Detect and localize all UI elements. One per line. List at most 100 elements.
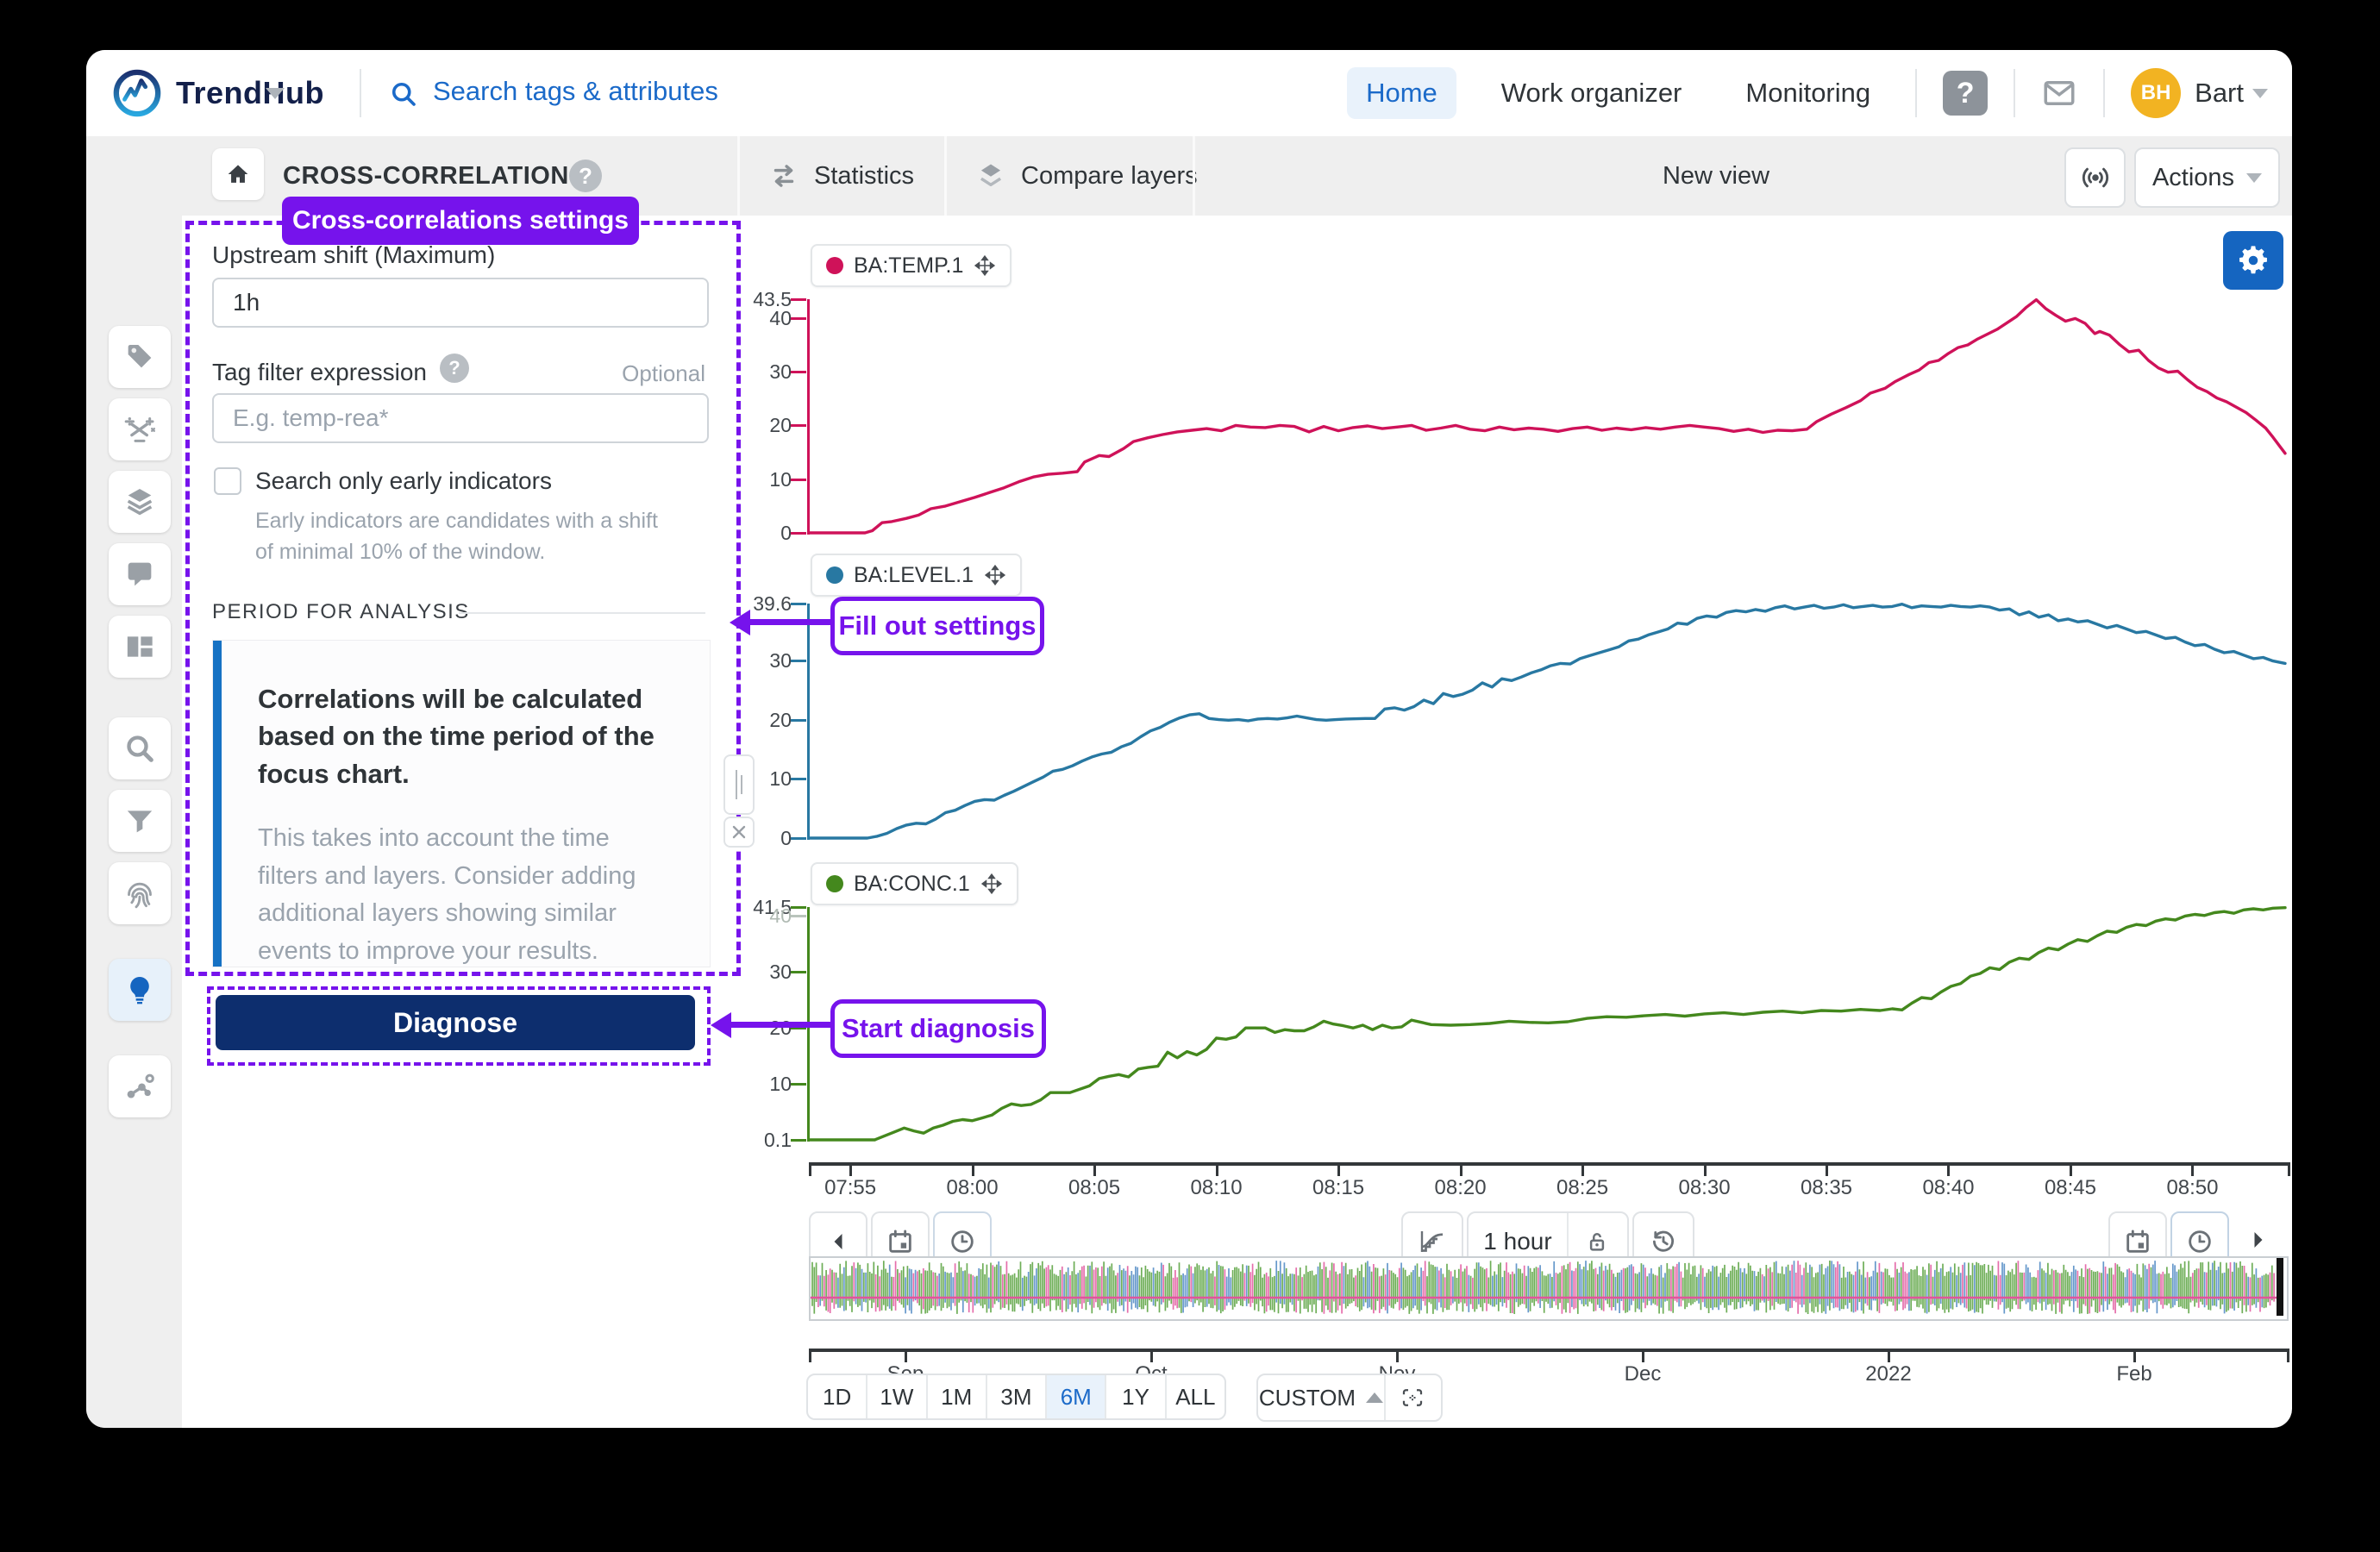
time-tick-label: 08:45 — [2027, 1176, 2114, 1200]
month-tick — [1642, 1352, 1644, 1362]
diagnose-button[interactable]: Diagnose — [216, 995, 695, 1050]
move-icon[interactable] — [980, 873, 1003, 895]
move-icon[interactable] — [974, 254, 996, 277]
legend-chip-conc[interactable]: BA:CONC.1 — [811, 862, 1018, 905]
divider — [1915, 69, 1917, 117]
start-diagnosis-callout: Start diagnosis — [830, 999, 1046, 1058]
view-title: CROSS-CORRELATIONS — [283, 162, 586, 191]
title-help-icon[interactable]: ? — [569, 160, 602, 192]
time-tick — [1216, 1166, 1218, 1176]
legend-chip-level[interactable]: BA:LEVEL.1 — [811, 554, 1022, 597]
broadcast-button[interactable] — [2064, 147, 2126, 208]
minimap-preview — [811, 1258, 2283, 1316]
month-tick — [1888, 1352, 1890, 1362]
month-tick — [2133, 1352, 2136, 1362]
range-1d[interactable]: 1D — [808, 1375, 867, 1418]
range-1m[interactable]: 1M — [928, 1375, 987, 1418]
clock-icon — [2185, 1227, 2214, 1256]
clock-icon — [948, 1227, 977, 1256]
legend-chip-temp[interactable]: BA:TEMP.1 — [811, 244, 1012, 287]
period-section-header: PERIOD FOR ANALYSIS — [212, 600, 470, 624]
selection-box-icon — [1400, 1385, 1425, 1411]
y-tick — [791, 479, 806, 481]
gear-icon — [2235, 242, 2271, 278]
time-axis-line — [809, 1162, 2290, 1166]
month-label: Feb — [2087, 1362, 2182, 1386]
time-tick-label: 08:25 — [1539, 1176, 1625, 1200]
y-axis-line — [807, 299, 810, 535]
chart-settings-button[interactable] — [2223, 231, 2283, 290]
y-tick — [791, 906, 806, 909]
nav-work-organizer[interactable]: Work organizer — [1482, 67, 1701, 119]
range-1w[interactable]: 1W — [867, 1375, 927, 1418]
y-axis-line — [807, 604, 810, 840]
month-axis-end-tick — [809, 1352, 811, 1362]
broadcast-icon — [2079, 161, 2112, 194]
left-icon-rail — [86, 216, 182, 1428]
rail-filter-button[interactable] — [109, 790, 171, 852]
rail-fingerprint-button[interactable] — [109, 862, 171, 924]
time-tick — [1826, 1166, 1828, 1176]
early-indicators-checkbox[interactable] — [214, 467, 241, 495]
home-view-button[interactable] — [212, 148, 264, 200]
app-title: TrendHub — [176, 75, 324, 111]
custom-selection-button[interactable] — [1386, 1375, 1439, 1420]
range-3m[interactable]: 3M — [987, 1375, 1047, 1418]
month-label: 2022 — [1841, 1362, 1936, 1386]
formula-icon — [122, 412, 157, 447]
nav-monitoring[interactable]: Monitoring — [1726, 67, 1889, 119]
y-tick — [791, 532, 806, 535]
rail-layers-button[interactable] — [109, 471, 171, 533]
series-label: BA:CONC.1 — [854, 872, 970, 897]
rail-formulas-button[interactable] — [109, 398, 171, 460]
tab-compare-layers[interactable]: Compare layers — [974, 136, 1198, 216]
caret-left-icon — [830, 1231, 847, 1252]
time-tick — [2070, 1166, 2072, 1176]
range-1y[interactable]: 1Y — [1106, 1375, 1166, 1418]
rail-tags-button[interactable] — [109, 326, 171, 388]
start-arrow-head — [711, 1012, 731, 1038]
series-label: BA:TEMP.1 — [854, 253, 963, 278]
user-menu[interactable]: BH Bart — [2131, 68, 2268, 118]
custom-range-button[interactable]: CUSTOM — [1258, 1375, 1384, 1420]
time-tick — [1337, 1166, 1340, 1176]
trendhub-logo[interactable] — [112, 68, 162, 118]
nav-home[interactable]: Home — [1347, 67, 1456, 119]
series-dot — [826, 257, 843, 274]
actions-button[interactable]: Actions — [2134, 147, 2280, 208]
range-all[interactable]: ALL — [1167, 1375, 1224, 1418]
y-tick — [791, 971, 806, 973]
section-divider — [459, 612, 705, 614]
top-bar: TrendHub Home Work organizer Monitoring … — [86, 50, 2292, 136]
settings-callout: Cross-correlations settings — [282, 197, 639, 245]
view-name[interactable]: New view — [1552, 162, 1880, 191]
range-6m[interactable]: 6M — [1047, 1375, 1106, 1418]
mail-icon[interactable] — [2041, 75, 2077, 111]
tab-statistics[interactable]: Statistics — [767, 136, 914, 216]
panel-collapse-button[interactable] — [723, 817, 755, 848]
tag-icon — [122, 340, 157, 374]
time-tick — [1704, 1166, 1707, 1176]
help-icon[interactable]: ? — [1943, 71, 1988, 116]
user-chevron-icon — [2252, 89, 2268, 98]
minimap-handle[interactable] — [2277, 1258, 2283, 1316]
search-icon[interactable] — [388, 78, 419, 110]
rail-relations-button[interactable] — [109, 1055, 171, 1117]
panel-resize-handle[interactable] — [723, 754, 755, 815]
rail-search-button[interactable] — [109, 717, 171, 779]
y-tick — [791, 1139, 806, 1142]
rail-diagnostics-button[interactable] — [109, 959, 171, 1021]
rail-comments-button[interactable] — [109, 543, 171, 605]
upstream-shift-input[interactable] — [212, 278, 709, 328]
search-input[interactable] — [431, 75, 883, 108]
rail-dashboard-button[interactable] — [109, 616, 171, 678]
tag-filter-help-icon[interactable]: ? — [440, 354, 469, 383]
y-tick — [791, 371, 806, 373]
move-icon[interactable] — [984, 564, 1006, 586]
tag-filter-input[interactable] — [212, 393, 709, 443]
workspace-chevron-icon[interactable] — [266, 88, 285, 99]
actions-label: Actions — [2152, 164, 2234, 192]
time-tick — [849, 1166, 852, 1176]
chevron-up-icon — [1366, 1392, 1383, 1403]
timeline-minimap[interactable] — [809, 1256, 2289, 1321]
